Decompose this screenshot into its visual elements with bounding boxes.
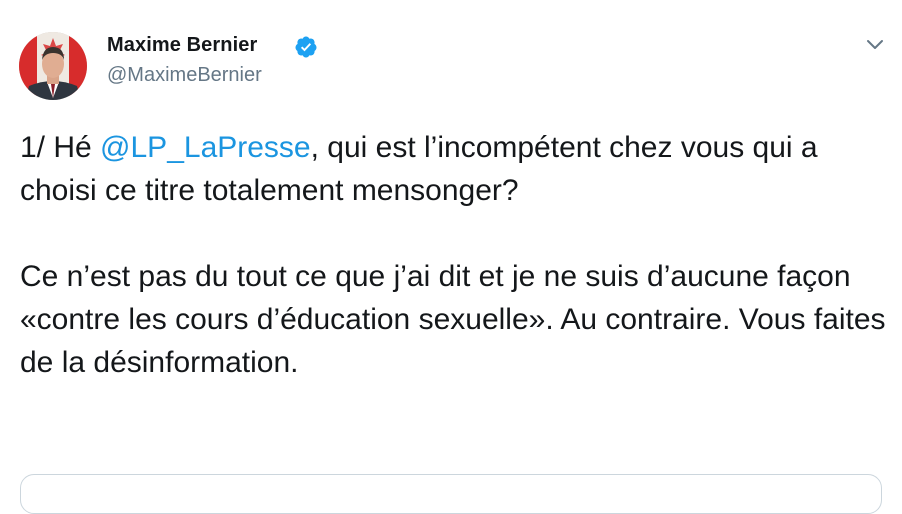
tweet: Maxime Bernier @MaximeBernier 1/ Hé @LP_… — [0, 0, 902, 514]
author-name[interactable]: Maxime Bernier — [107, 34, 257, 57]
author-handle[interactable]: @MaximeBernier — [107, 64, 262, 87]
tweet-paragraph-1: 1/ Hé @LP_LaPresse, qui est l’incompéten… — [20, 126, 890, 212]
chevron-down-icon[interactable] — [864, 33, 886, 55]
tweet-text-prefix: 1/ Hé — [20, 131, 101, 164]
avatar[interactable] — [19, 32, 87, 100]
tweet-paragraph-2: Ce n’est pas du tout ce que j’ai dit et … — [20, 260, 886, 379]
tweet-text: 1/ Hé @LP_LaPresse, qui est l’incompéten… — [20, 126, 890, 384]
verified-badge-icon — [295, 36, 317, 58]
mention-link[interactable]: @LP_LaPresse — [100, 131, 311, 164]
quoted-card[interactable] — [20, 474, 882, 514]
